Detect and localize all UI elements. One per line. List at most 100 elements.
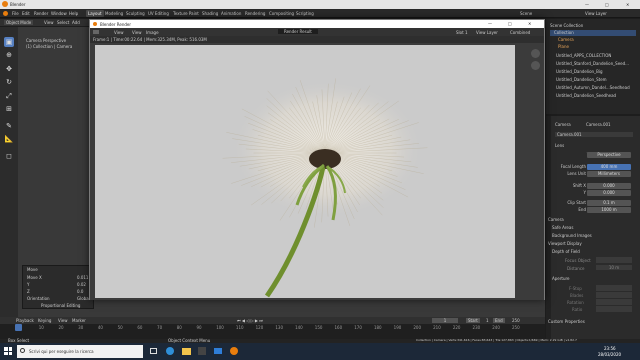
section-lens[interactable]: Lens [555,143,564,148]
section-depth-of-field[interactable]: Depth of Field [552,249,580,254]
timeline-menu-marker[interactable]: Marker [72,318,86,323]
rotation-field[interactable] [596,299,632,305]
render-pan-icon[interactable] [531,61,540,70]
section-custom-properties[interactable]: Custom Properties [548,319,585,324]
tab-layout[interactable]: Layout [86,10,104,17]
outliner-item[interactable]: Camera [550,37,636,43]
maximize-button[interactable]: □ [605,2,609,7]
menu-window[interactable]: Window [51,11,67,16]
lens-unit-dropdown[interactable]: Millimeters [587,171,631,177]
tab-compositing[interactable]: Compositing [267,10,296,17]
clip-start-field[interactable]: 0.1 m [587,200,631,206]
tab-modeling[interactable]: Modeling [103,10,125,17]
menu-edit[interactable]: Edit [22,11,30,16]
close-button[interactable]: ✕ [626,2,629,7]
store-icon[interactable] [198,347,206,355]
properties-tabs[interactable] [546,116,551,343]
tab-sculpting[interactable]: Sculpting [124,10,147,17]
type-dropdown[interactable]: Perspective [587,152,631,158]
blender-taskbar-icon[interactable] [230,347,238,355]
task-view-icon[interactable] [150,348,157,354]
focal-length-field[interactable]: 400 mm [587,164,631,170]
section-viewport-display[interactable]: Viewport Display [548,241,582,246]
ratio-field[interactable] [596,306,632,312]
orientation-value[interactable]: Global [77,296,90,301]
layer-dropdown[interactable]: View Layer [476,30,498,35]
image-editor-icon[interactable] [93,30,99,34]
move-icon[interactable]: ✥ [4,64,14,74]
camera-data-field[interactable]: Camera.001 [555,132,633,137]
clip-end-field[interactable]: 1000 m [587,207,631,213]
tab-uv-editing[interactable]: UV Editing [146,10,171,17]
rotate-icon[interactable]: ↻ [4,77,14,87]
shift-y-field[interactable]: 0.000 [587,190,631,196]
end-frame-field[interactable]: 250 [512,318,520,323]
viewport-menu-add[interactable]: Add [72,20,80,25]
tab-texture-paint[interactable]: Texture Paint [171,10,201,17]
windows-start-icon[interactable] [4,347,12,355]
start-frame-field[interactable]: 1 [486,318,489,323]
menu-render[interactable]: Render [34,11,48,16]
viewport-menu-view[interactable]: View [44,20,54,25]
file-explorer-icon[interactable] [182,348,191,355]
scale-icon[interactable]: ⤢ [4,91,14,101]
tab-scripting[interactable]: Scripting [294,10,316,17]
outliner-item[interactable]: Collection [550,30,636,36]
render-result-select[interactable]: Render Result [278,29,318,34]
select-box-icon[interactable]: ▣ [4,37,14,47]
add-cube-icon[interactable]: ◻ [4,151,14,161]
shift-x-field[interactable]: 0.000 [587,183,631,189]
move-y-value[interactable]: 0.02 [77,282,86,287]
edge-icon[interactable] [166,347,174,355]
menu-help[interactable]: Help [69,11,78,16]
blades-field[interactable] [596,292,632,298]
section-aperture[interactable]: Aperture [552,276,570,281]
timeline-menu-view[interactable]: View [58,318,68,323]
measure-icon[interactable]: 📐 [4,134,14,144]
render-canvas[interactable] [90,43,544,300]
taskbar-search-box[interactable]: Scrivi qui per eseguire la ricerca [17,345,143,358]
pass-dropdown[interactable]: Combined [510,30,530,35]
render-menu-view[interactable]: View [114,30,124,35]
f-stop-field[interactable] [596,285,632,291]
outliner-item[interactable]: Untitled_Dandelion_Big [550,69,636,75]
outliner-item[interactable]: Untitled_Dandelion_Stem [550,77,636,83]
render-menu-view-2[interactable]: View [132,30,142,35]
outliner-item[interactable]: Untitled_Dandelion_Seedhead [550,93,636,99]
current-frame-field[interactable]: 1 [432,318,458,323]
outliner-item[interactable]: Untitled_Stanford_Dandelion_Seed... [550,61,636,67]
outliner-item[interactable]: Untitled_Autumn_Dandel...Seedhead [550,85,636,91]
move-z-value[interactable]: 0.0 [77,289,83,294]
menu-file[interactable]: File [12,11,19,16]
jump-start-icon[interactable]: ⏮ ◀ ◁ ▷ ▶ ⏭ [237,318,263,323]
proportional-editing-checkbox[interactable]: Proportional Editing [41,303,80,308]
annotate-icon[interactable]: ✎ [4,121,14,131]
cursor-icon[interactable]: ⊕ [4,50,14,60]
tab-shading[interactable]: Shading [200,10,220,17]
render-zoom-icon[interactable] [531,49,540,58]
transform-icon[interactable]: ⊞ [4,104,14,114]
scene-selector[interactable]: Scene [520,11,532,16]
section-safe-areas[interactable]: Safe Areas [552,225,573,230]
render-menu-image[interactable]: Image [146,30,159,35]
tab-rendering[interactable]: Rendering [243,10,267,17]
render-close-button[interactable]: ✕ [528,21,531,26]
section-background-images[interactable]: Background Images [552,233,592,238]
view-layer-selector[interactable]: View Layer [585,11,607,16]
mode-dropdown[interactable]: Object Mode [4,20,34,25]
tab-animation[interactable]: Animation [219,10,243,17]
section-camera[interactable]: Camera [548,217,564,222]
render-maximize-button[interactable]: □ [508,21,512,26]
minimize-button[interactable]: — [585,2,589,7]
timeline-menu-playback[interactable]: Playback [16,318,34,323]
outliner-item[interactable]: Plane [550,44,636,50]
move-x-value[interactable]: 0.011 [77,275,88,280]
focus-object-field[interactable] [596,257,632,263]
mail-icon[interactable] [214,348,222,354]
blender-menu-icon[interactable] [3,11,8,16]
timeline-menu-keying[interactable]: Keying [38,318,51,323]
slot-dropdown[interactable]: Slot 1 [456,30,467,35]
viewport-menu-select[interactable]: Select [57,20,69,25]
distance-field[interactable]: 10 m [596,265,632,270]
playhead[interactable] [15,324,22,331]
